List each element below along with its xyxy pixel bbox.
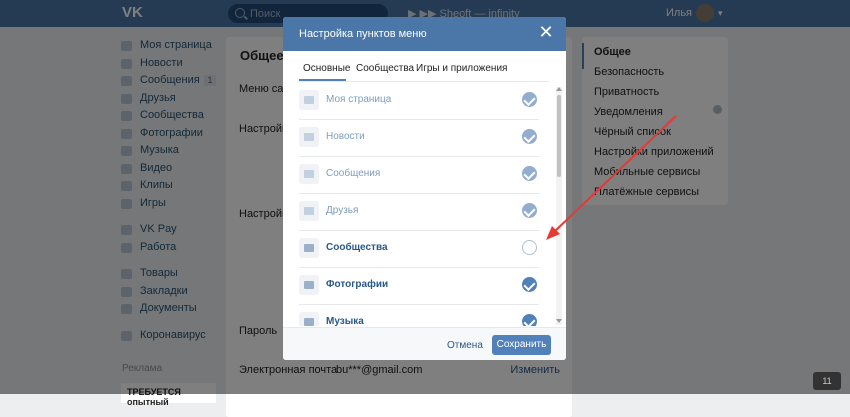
arrow-shaft: [553, 115, 677, 233]
corner-badge[interactable]: 11: [813, 372, 841, 390]
annotation-arrow: [546, 115, 677, 240]
